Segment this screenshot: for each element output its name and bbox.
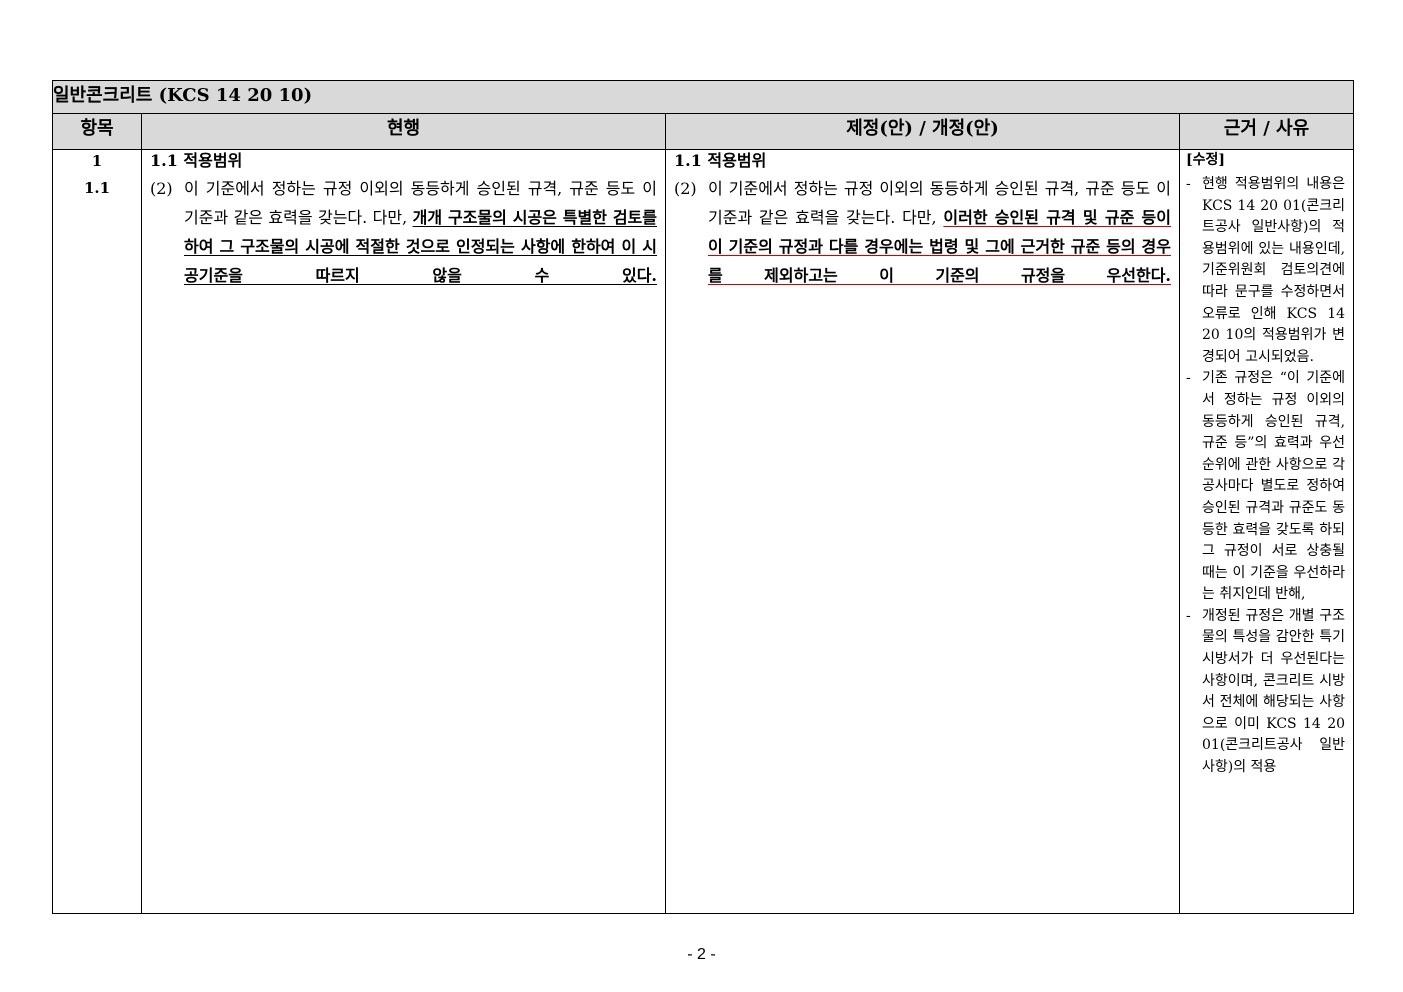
revision-tag: [수정] bbox=[1186, 152, 1226, 168]
proposed-paragraph: (2) 이 기준에서 정하는 규정 이외의 동등하게 승인된 규격, 규준 등도… bbox=[674, 174, 1171, 290]
reason-bullet-3: - 개정된 규정은 개별 구조물의 특성을 감안한 특기시방서가 더 우선된다는… bbox=[1186, 607, 1346, 776]
current-paragraph-number: (2) bbox=[150, 179, 173, 198]
item-chapter: 1 bbox=[91, 152, 103, 170]
reason-cell: [수정] - 현행 적용범위의 내용은 KCS 14 20 01(콘크리트공사 … bbox=[1178, 149, 1355, 914]
item-cell: 1 1.1 bbox=[52, 149, 142, 914]
proposed-text-cell: 1.1 적용범위 (2) 이 기준에서 정하는 규정 이외의 동등하게 승인된 … bbox=[665, 149, 1180, 914]
current-text-cell: 1.1 적용범위 (2) 이 기준에서 정하는 규정 이외의 동등하게 승인된 … bbox=[141, 149, 666, 914]
proposed-paragraph-number: (2) bbox=[674, 179, 697, 198]
header-row: 항목 현행 제정(안) / 개정(안) 근거 / 사유 bbox=[52, 113, 1355, 150]
header-reason: 근거 / 사유 bbox=[1178, 113, 1355, 150]
header-current: 현행 bbox=[141, 113, 666, 150]
current-section-title: 1.1 적용범위 bbox=[150, 151, 243, 170]
proposed-section-title: 1.1 적용범위 bbox=[674, 151, 767, 170]
table-title-row: 일반콘크리트 (KCS 14 20 10) bbox=[51, 80, 1355, 114]
table-title: 일반콘크리트 (KCS 14 20 10) bbox=[51, 80, 1355, 114]
revision-comparison-table: 일반콘크리트 (KCS 14 20 10) 항목 현행 제정(안) / 개정(안… bbox=[51, 80, 1355, 914]
current-paragraph: (2) 이 기준에서 정하는 규정 이외의 동등하게 승인된 규격, 규준 등도… bbox=[150, 174, 657, 290]
header-item: 항목 bbox=[52, 113, 142, 150]
item-clause: 1.1 bbox=[83, 179, 111, 197]
reason-bullet-2: - 기존 규정은 “이 기준에서 정하는 규정 이외의 동등하게 승인된 규격,… bbox=[1186, 370, 1346, 603]
header-proposed: 제정(안) / 개정(안) bbox=[665, 113, 1180, 150]
table-row: 1 1.1 1.1 적용범위 (2) 이 기준에서 정하는 규정 이외의 동등하… bbox=[52, 149, 1355, 914]
reason-bullet-1: - 현행 적용범위의 내용은 KCS 14 20 01(콘크리트공사 일반사항)… bbox=[1186, 176, 1346, 365]
page-number: - 2 - bbox=[687, 946, 716, 963]
